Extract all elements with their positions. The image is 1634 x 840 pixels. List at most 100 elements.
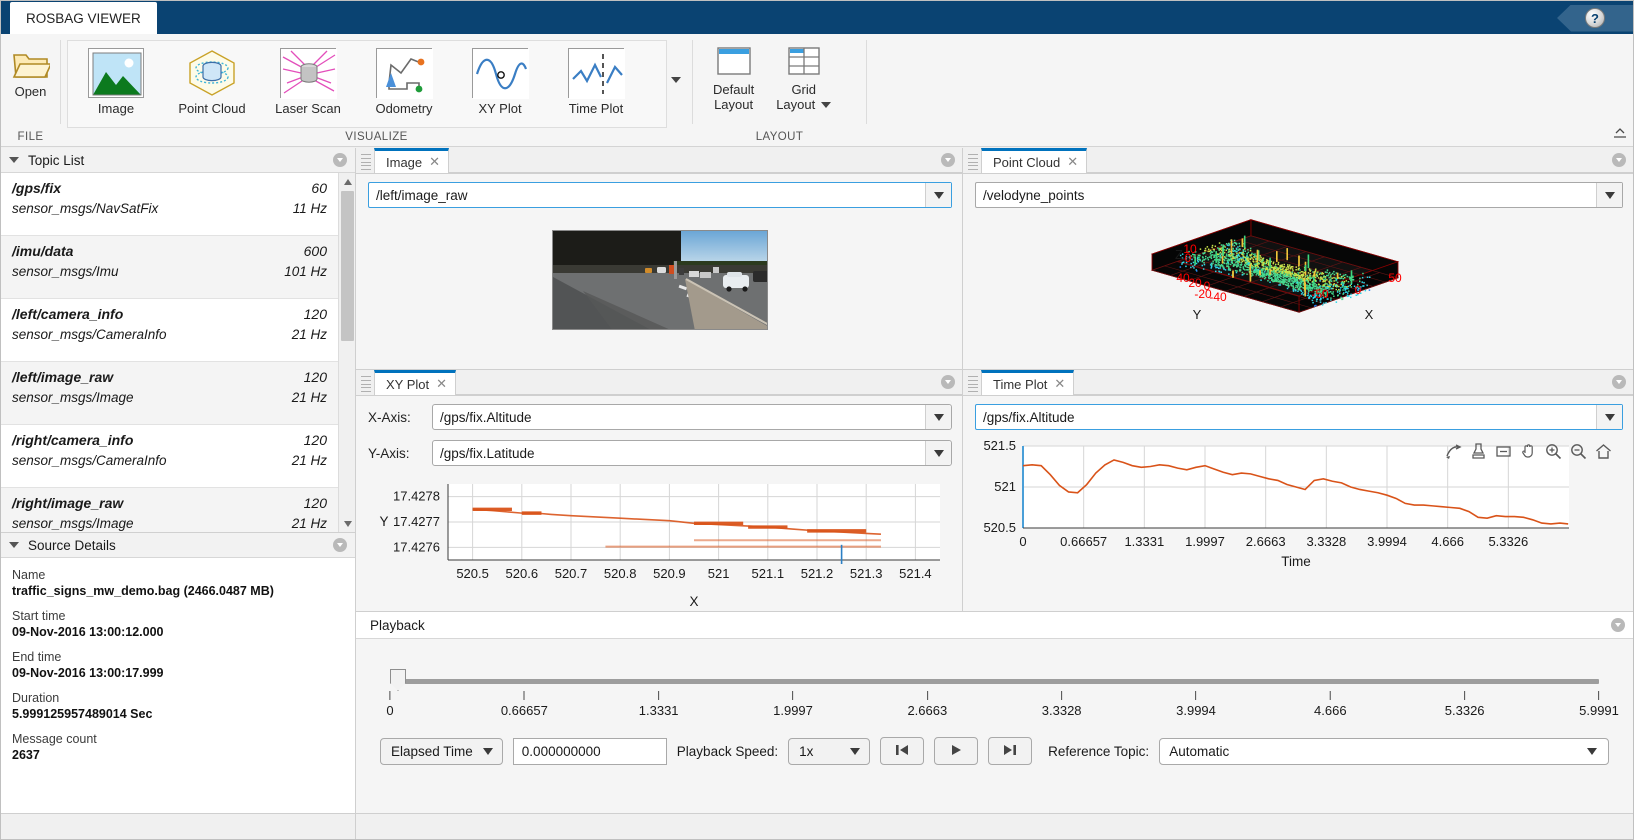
y-axis-value: /gps/fix.Latitude: [440, 445, 535, 461]
visualize-point-cloud-button[interactable]: Point Cloud: [164, 46, 260, 118]
visualize-image-button[interactable]: Image: [68, 46, 164, 118]
play-button[interactable]: [934, 737, 979, 765]
x-axis-combo[interactable]: /gps/fix.Altitude: [432, 404, 952, 430]
table-row[interactable]: /right/camera_info 120 sensor_msgs/Camer…: [1, 425, 338, 488]
grid-layout-label-2: Layout: [776, 97, 816, 112]
svg-text:521.2: 521.2: [801, 566, 834, 581]
table-row[interactable]: /gps/fix 60 sensor_msgs/NavSatFix 11 Hz: [1, 173, 338, 236]
image-panel-options-button[interactable]: [941, 153, 955, 167]
collapse-triangle-icon[interactable]: [9, 157, 19, 163]
chevron-down-icon[interactable]: [1596, 405, 1622, 429]
visualize-more-button[interactable]: [668, 72, 684, 88]
playback-speed-combo[interactable]: 1x: [788, 737, 871, 765]
playback-options-button[interactable]: [1611, 618, 1625, 632]
table-row[interactable]: /left/image_raw 120 sensor_msgs/Image 21…: [1, 362, 338, 425]
topic-list-header: Topic List: [1, 148, 355, 173]
scroll-up-button[interactable]: [339, 173, 355, 190]
chevron-down-icon[interactable]: [925, 405, 951, 429]
drag-grip-icon[interactable]: [968, 154, 978, 170]
slider-tick-mark: [523, 691, 525, 700]
restore-view-icon[interactable]: [1594, 442, 1613, 461]
time-value-input[interactable]: 0.000000000: [512, 737, 667, 765]
collapse-triangle-icon[interactable]: [9, 542, 19, 548]
export-icon[interactable]: [1444, 442, 1463, 461]
visualize-xy-plot-button[interactable]: XY Plot: [452, 46, 548, 118]
tab-point-cloud[interactable]: Point Cloud ✕: [981, 148, 1088, 173]
default-layout-button[interactable]: Default Layout: [707, 44, 760, 114]
scrollbar-thumb[interactable]: [341, 191, 354, 341]
tab-image[interactable]: Image ✕: [374, 148, 450, 173]
topic-count: 600: [303, 243, 327, 259]
scroll-down-button[interactable]: [339, 515, 355, 532]
point-cloud-topic-combo[interactable]: /velodyne_points: [975, 182, 1623, 208]
help-button[interactable]: ?: [1557, 4, 1633, 32]
x-axis-value: /gps/fix.Altitude: [440, 409, 532, 425]
collapse-ribbon-icon[interactable]: [1613, 127, 1627, 142]
app-tab[interactable]: ROSBAG VIEWER: [10, 2, 157, 34]
brush-icon[interactable]: [1469, 442, 1488, 461]
tab-xy-plot-label: XY Plot: [386, 376, 430, 392]
slider-track[interactable]: [390, 679, 1599, 684]
table-row[interactable]: /imu/data 600 sensor_msgs/Imu 101 Hz: [1, 236, 338, 299]
visualize-time-plot-button[interactable]: Time Plot: [548, 46, 644, 118]
source-details-options-button[interactable]: [333, 538, 347, 552]
time-mode-combo[interactable]: Elapsed Time: [380, 737, 503, 765]
svg-text:Time: Time: [1281, 554, 1311, 568]
open-button[interactable]: Open: [6, 48, 56, 101]
zoom-out-icon[interactable]: [1569, 442, 1588, 461]
xy-plot-panel-options-button[interactable]: [941, 375, 955, 389]
topic-list-options-button[interactable]: [333, 153, 347, 167]
topic-rate: 21 Hz: [291, 327, 327, 342]
close-icon[interactable]: ✕: [1054, 376, 1065, 392]
close-icon[interactable]: ✕: [436, 376, 447, 392]
reference-topic-combo[interactable]: Automatic: [1159, 737, 1609, 765]
xy-plot-chart[interactable]: 520.5 520.6 520.7 520.8 520.9 521 521.1 521.2 52…: [368, 476, 952, 611]
close-icon[interactable]: ✕: [1067, 154, 1078, 170]
time-plot-topic-combo[interactable]: /gps/fix.Altitude: [975, 404, 1623, 430]
chevron-down-icon: [482, 747, 493, 755]
ribbon-group-visualize: Image Point Cloud Laser Scan Odometry XY…: [61, 34, 692, 147]
data-tip-icon[interactable]: [1494, 442, 1513, 461]
drag-grip-icon[interactable]: [361, 376, 371, 392]
topic-list-scrollbar[interactable]: [338, 173, 355, 532]
table-row[interactable]: /right/image_raw 120 sensor_msgs/Image 2…: [1, 488, 338, 532]
chevron-down-icon[interactable]: [821, 101, 832, 108]
svg-text:0: 0: [1185, 251, 1192, 265]
svg-text:3.3328: 3.3328: [1306, 534, 1346, 549]
chevron-down-icon[interactable]: [925, 183, 951, 207]
point-cloud-view[interactable]: 10 0 40 20 0 -20 -40 -50 0 50 Z Y X: [975, 214, 1623, 364]
playback-slider[interactable]: 0 0.66657 1.3331 1.9997 2.6663 3.3328 3.9994 4.…: [380, 667, 1619, 723]
topic-type: sensor_msgs/CameraInfo: [12, 453, 167, 468]
pan-icon[interactable]: [1519, 442, 1538, 461]
drag-grip-icon[interactable]: [968, 376, 978, 392]
slider-tick: 5.3326: [1445, 691, 1485, 718]
y-axis-combo[interactable]: /gps/fix.Latitude: [432, 440, 952, 466]
visualize-laser-scan-button[interactable]: Laser Scan: [260, 46, 356, 118]
chevron-down-icon[interactable]: [1596, 183, 1622, 207]
time-plot-panel-options-button[interactable]: [1612, 375, 1626, 389]
slider-thumb[interactable]: [390, 669, 406, 691]
table-row[interactable]: /left/camera_info 120 sensor_msgs/Camera…: [1, 299, 338, 362]
slider-tick-label: 2.6663: [907, 703, 948, 718]
drag-grip-icon[interactable]: [361, 154, 371, 170]
help-circle-icon: ?: [1585, 8, 1605, 28]
time-plot-chart[interactable]: 0 0.66657 1.3331 1.9997 2.6663 3.3328 3.9994 4.…: [975, 438, 1623, 571]
visualize-odometry-button[interactable]: Odometry: [356, 46, 452, 118]
topic-name: /left/camera_info: [12, 306, 124, 322]
tab-time-plot[interactable]: Time Plot ✕: [981, 370, 1075, 395]
point-cloud-panel-options-button[interactable]: [1612, 153, 1626, 167]
svg-text:1.9997: 1.9997: [1185, 534, 1225, 549]
image-topic-combo[interactable]: /left/image_raw: [368, 182, 952, 208]
grid-layout-button[interactable]: Grid Layout: [770, 44, 837, 114]
source-duration-label: Duration: [12, 691, 60, 705]
ribbon-group-layout: Default Layout Grid Layout LAYOUT: [693, 34, 866, 147]
close-icon[interactable]: ✕: [429, 154, 440, 170]
point-cloud-panel-tabstrip: Point Cloud ✕: [963, 148, 1633, 174]
step-forward-button[interactable]: [988, 737, 1033, 765]
tab-xy-plot[interactable]: XY Plot ✕: [374, 370, 457, 395]
step-back-button[interactable]: [880, 737, 925, 765]
slider-tick-mark: [658, 691, 660, 700]
zoom-in-icon[interactable]: [1544, 442, 1563, 461]
main-area: Topic List /gps/fix 60 sensor_msgs/NavSa…: [1, 148, 1633, 839]
chevron-down-icon[interactable]: [925, 441, 951, 465]
